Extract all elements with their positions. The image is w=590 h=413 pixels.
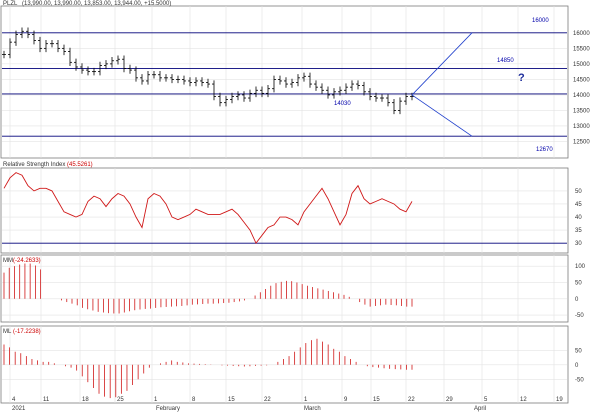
x-label-mar-22: 22 [408, 397, 415, 403]
price-tick-label: 12500 [573, 139, 590, 145]
x-label-mar-29: 29 [446, 397, 453, 403]
price-tick-label: 14000 [573, 93, 590, 99]
rsi-tick-label: 30 [575, 241, 582, 247]
level-label-16000: 16000 [532, 18, 549, 24]
x-label-jan-18: 18 [82, 397, 89, 403]
mm-tick-label: 50 [575, 280, 582, 286]
level-label-14030: 14030 [334, 101, 351, 107]
level-label-12670: 12670 [536, 147, 553, 153]
price-tick-label: 14500 [573, 77, 590, 83]
x-month-2021: 2021 [12, 406, 26, 412]
stock-chart: 12500 13000 13500 14000 14500 15000 15500 16000… [0, 0, 590, 413]
price-tick-label: 13000 [573, 124, 590, 130]
x-label-apr-12: 12 [520, 397, 527, 403]
rsi-tick-label: 45 [575, 202, 582, 208]
rsi-tick-label: 50 [575, 189, 582, 195]
x-label-jan-11: 11 [43, 397, 50, 403]
x-label-feb-22: 22 [264, 397, 271, 403]
price-header-label: PLZL [3, 1, 18, 7]
mm-header-label: MM [3, 258, 13, 264]
x-label-apr-19: 19 [556, 397, 563, 403]
x-label-feb-15: 15 [228, 397, 235, 403]
rsi-header-value: (45.5261) [67, 162, 93, 168]
x-month-march: March [304, 406, 321, 412]
x-label-jan-25: 25 [117, 397, 124, 403]
mm-header-value: (-24.2633) [13, 258, 41, 264]
ml-tick-label: -50 [575, 377, 584, 383]
price-header-values: (13,990.00, 13,990.00, 13,853.00, 13,944… [22, 1, 171, 7]
rsi-tick-label: 40 [575, 215, 582, 221]
question-mark-annotation: ? [518, 72, 525, 84]
ml-header-value: (-17.2238) [13, 329, 41, 335]
price-tick-label: 16000 [573, 31, 590, 37]
level-label-14850: 14850 [497, 58, 514, 64]
price-tick-label: 15500 [573, 46, 590, 52]
ml-tick-label: 50 [575, 348, 582, 354]
rsi-header-label: Relative Strength Index [3, 162, 65, 168]
x-month-february: February [156, 406, 180, 412]
mm-tick-label: -50 [575, 313, 584, 319]
x-month-april: April [474, 406, 486, 412]
mm-tick-label: 100 [575, 264, 586, 270]
price-tick-label: 15000 [573, 62, 590, 68]
x-label-mar-15: 15 [373, 397, 380, 403]
rsi-tick-label: 35 [575, 228, 582, 234]
ml-header-label: ML [3, 329, 12, 335]
price-tick-label: 13500 [573, 108, 590, 114]
